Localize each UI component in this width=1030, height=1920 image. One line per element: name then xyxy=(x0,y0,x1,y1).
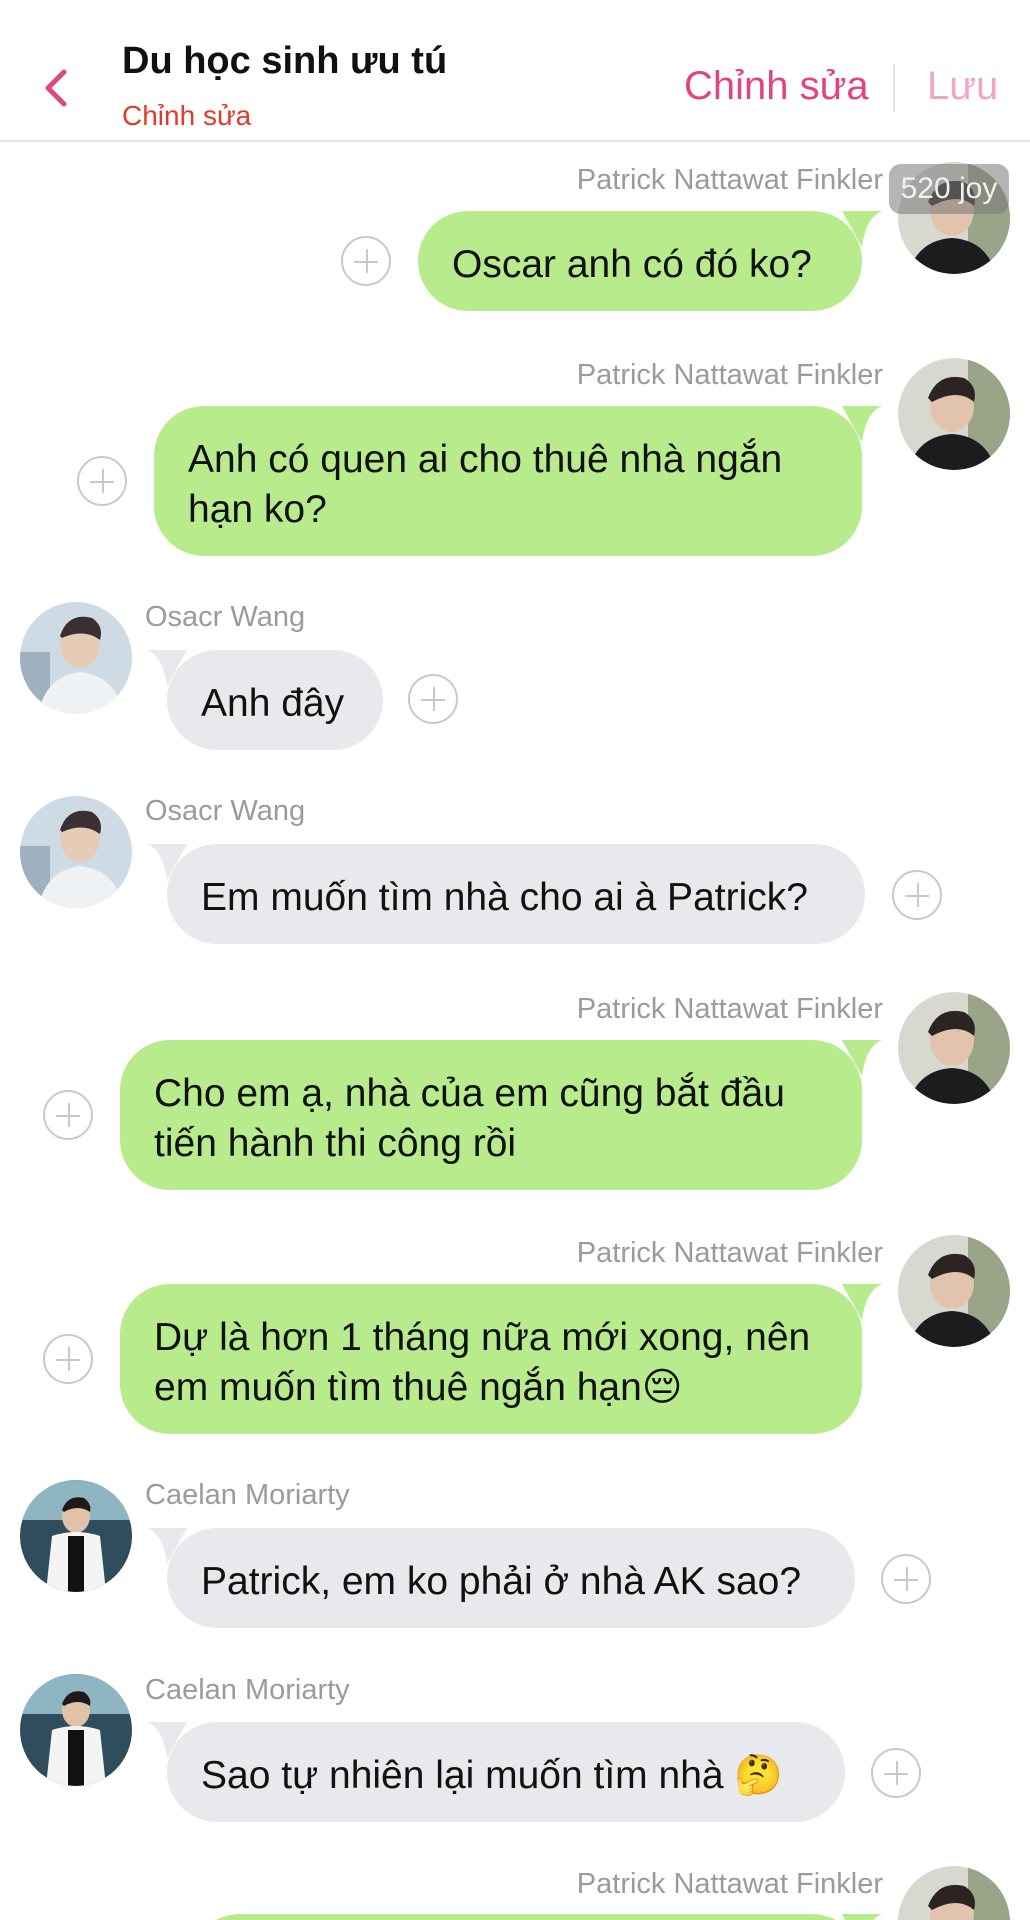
sender-name: Osacr Wang xyxy=(145,795,306,827)
message-text: Em muốn tìm nhà cho ai à Patrick? xyxy=(201,876,808,919)
avatar[interactable] xyxy=(898,358,1010,470)
message-bubble[interactable]: Dự là hơn 1 tháng nữa mới xong, nên em m… xyxy=(120,1284,882,1434)
sender-name: Osacr Wang xyxy=(145,601,306,633)
avatar-patrick-image xyxy=(898,358,1010,470)
chevron-left-icon xyxy=(45,69,67,107)
avatar[interactable] xyxy=(20,602,132,714)
add-reaction-button[interactable] xyxy=(408,674,458,724)
avatar[interactable] xyxy=(898,1235,1010,1347)
avatar[interactable] xyxy=(898,992,1010,1104)
add-reaction-button[interactable] xyxy=(881,1554,931,1604)
message-text: Oscar anh có đó ko? xyxy=(452,243,812,286)
message-bubble[interactable]: Anh có quen ai cho thuê nhà ngắn hạn ko? xyxy=(154,406,882,556)
back-button[interactable] xyxy=(36,62,76,114)
message-text: Patrick, em ko phải ở nhà AK sao? xyxy=(201,1560,802,1603)
sender-name: Patrick Nattawat Finkler xyxy=(576,993,883,1025)
edit-button[interactable]: Chỉnh sửa xyxy=(684,64,869,109)
avatar[interactable] xyxy=(898,1866,1010,1920)
chat-title: Du học sinh ưu tú xyxy=(122,40,448,82)
message-text: Sao tự nhiên lại muốn tìm nhà 🤔 xyxy=(201,1754,783,1797)
avatar[interactable] xyxy=(20,796,132,908)
message-bubble[interactable]: Patrick, em ko phải ở nhà AK sao? xyxy=(147,1528,855,1628)
add-reaction-button[interactable] xyxy=(871,1748,921,1798)
avatar[interactable] xyxy=(20,1674,132,1786)
avatar-patrick-image xyxy=(898,1235,1010,1347)
message-text: Cho em ạ, nhà của em cũng bắt đầu tiến h… xyxy=(154,1072,785,1165)
chat-subtitle: Chỉnh sửa xyxy=(122,100,252,131)
add-reaction-button[interactable] xyxy=(341,236,391,286)
add-reaction-button[interactable] xyxy=(892,870,942,920)
sender-name: Patrick Nattawat Finkler xyxy=(576,1868,883,1900)
avatar-patrick-image xyxy=(898,1866,1010,1920)
avatar-oscar-image xyxy=(20,796,132,908)
message-list[interactable]: Patrick Nattawat Finkler 520 joy Oscar a… xyxy=(0,144,1030,1920)
message-bubble[interactable]: Cho em ạ, nhà của em cũng bắt đầu tiến h… xyxy=(120,1040,882,1190)
sender-name: Caelan Moriarty xyxy=(145,1479,350,1511)
header-divider xyxy=(893,64,895,112)
add-reaction-button[interactable] xyxy=(43,1090,93,1140)
avatar-caelan-image xyxy=(20,1674,132,1786)
avatar-caelan-image xyxy=(20,1480,132,1592)
avatar-oscar-image xyxy=(20,602,132,714)
message-text: Anh có quen ai cho thuê nhà ngắn hạn ko? xyxy=(188,438,783,531)
message-text: Anh đây xyxy=(201,682,345,725)
sender-name: Patrick Nattawat Finkler xyxy=(576,1237,883,1269)
chat-header: Du học sinh ưu tú Chỉnh sửa Chỉnh sửa Lư… xyxy=(0,0,1030,142)
message-bubble[interactable]: Anh đây xyxy=(147,650,383,750)
avatar-patrick-image xyxy=(898,992,1010,1104)
message-text: Dự là hơn 1 tháng nữa mới xong, nên em m… xyxy=(154,1316,811,1409)
sender-name: Patrick Nattawat Finkler xyxy=(576,359,883,391)
message-bubble[interactable]: Em muốn tìm nhà cho ai à Patrick? xyxy=(147,844,865,944)
save-button[interactable]: Lưu xyxy=(927,64,998,109)
add-reaction-button[interactable] xyxy=(43,1334,93,1384)
message-bubble[interactable] xyxy=(190,1914,882,1920)
add-reaction-button[interactable] xyxy=(77,456,127,506)
sender-name: Caelan Moriarty xyxy=(145,1674,350,1706)
message-bubble[interactable]: Oscar anh có đó ko? xyxy=(418,211,882,311)
message-bubble[interactable]: Sao tự nhiên lại muốn tìm nhà 🤔 xyxy=(147,1722,845,1822)
points-badge[interactable]: 520 joy xyxy=(889,164,1009,214)
sender-name: Patrick Nattawat Finkler xyxy=(576,164,883,196)
avatar[interactable] xyxy=(20,1480,132,1592)
